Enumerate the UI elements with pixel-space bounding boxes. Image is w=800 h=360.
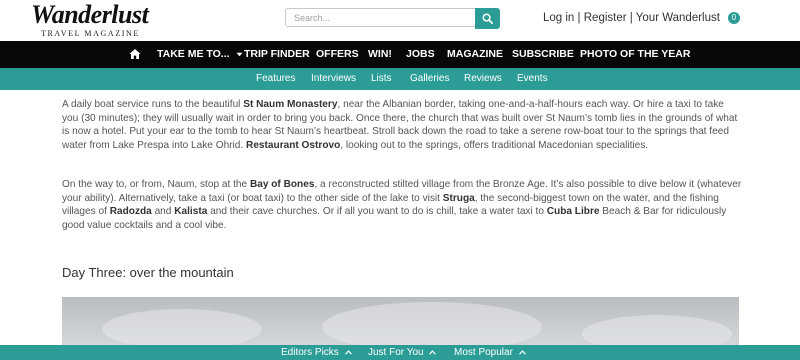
site-header: Wanderlust TRAVEL MAGAZINE Log in | Regi… xyxy=(0,0,800,41)
nav-magazine[interactable]: MAGAZINE xyxy=(447,41,503,68)
search-form xyxy=(285,8,500,29)
sub-navigation: Features Interviews Lists Galleries Revi… xyxy=(0,68,800,90)
nav-take-me-to[interactable]: TAKE ME TO... xyxy=(157,41,243,68)
nav-jobs[interactable]: JOBS xyxy=(406,41,435,68)
chevron-up-icon xyxy=(344,349,352,355)
notification-badge: 0 xyxy=(728,12,740,24)
subnav-lists[interactable]: Lists xyxy=(371,68,392,90)
register-link[interactable]: Register xyxy=(584,12,627,24)
separator: | xyxy=(577,12,581,24)
your-wanderlust-link[interactable]: Your Wanderlust xyxy=(636,12,720,24)
place-link-kalista[interactable]: Kalista xyxy=(174,206,207,217)
chevron-up-icon xyxy=(518,349,526,355)
bottom-tabs-bar: Editors Picks Just For You Most Popular xyxy=(0,345,800,360)
subnav-features[interactable]: Features xyxy=(256,68,295,90)
nav-offers[interactable]: OFFERS xyxy=(316,41,359,68)
text-run: , looking out to the springs, offers tra… xyxy=(340,139,649,151)
text-run: and their cave churches. Or if all you w… xyxy=(207,206,547,218)
text-run: and xyxy=(151,206,175,218)
tab-most-popular[interactable]: Most Popular xyxy=(454,345,526,360)
section-heading: Day Three: over the mountain xyxy=(62,265,234,280)
photo-cloud xyxy=(102,309,262,349)
tab-editors-picks[interactable]: Editors Picks xyxy=(281,345,352,360)
text-run: On the way to, or from, Naum, stop at th… xyxy=(62,179,250,190)
caret-down-icon xyxy=(236,52,243,56)
separator: | xyxy=(629,12,633,24)
tab-label: Editors Picks xyxy=(281,347,339,358)
text-run: A daily boat service runs to the beautif… xyxy=(62,99,244,110)
search-input[interactable] xyxy=(285,8,475,27)
tab-just-for-you[interactable]: Just For You xyxy=(368,345,437,360)
subnav-galleries[interactable]: Galleries xyxy=(410,68,449,90)
nav-trip-finder[interactable]: TRIP FINDER xyxy=(244,41,310,68)
account-links: Log in | Register | Your Wanderlust xyxy=(543,12,720,24)
search-button[interactable] xyxy=(475,8,500,29)
chevron-up-icon xyxy=(429,349,437,355)
nav-photo-of-the-year[interactable]: PHOTO OF THE YEAR xyxy=(580,41,690,68)
site-logo[interactable]: Wanderlust TRAVEL MAGAZINE xyxy=(31,0,149,39)
article-paragraph: On the way to, or from, Naum, stop at th… xyxy=(62,178,742,232)
place-link-cuba-libre[interactable]: Cuba Libre xyxy=(547,206,600,217)
place-link-bay-of-bones[interactable]: Bay of Bones xyxy=(250,179,315,190)
place-link-struga[interactable]: Struga xyxy=(443,193,475,204)
tab-label: Most Popular xyxy=(454,347,513,358)
nav-subscribe[interactable]: SUBSCRIBE xyxy=(512,41,574,68)
subnav-events[interactable]: Events xyxy=(517,68,548,90)
place-link-radozda[interactable]: Radozda xyxy=(110,206,152,217)
nav-win[interactable]: WIN! xyxy=(368,41,392,68)
tab-label: Just For You xyxy=(368,347,424,358)
subnav-reviews[interactable]: Reviews xyxy=(464,68,502,90)
logo-tagline: TRAVEL MAGAZINE xyxy=(41,29,140,38)
place-link-st-naum-monastery[interactable]: St Naum Monastery xyxy=(243,99,337,110)
article-paragraph: A daily boat service runs to the beautif… xyxy=(62,98,742,152)
place-link-restaurant-ostrovo[interactable]: Restaurant Ostrovo xyxy=(246,140,340,151)
logo-wordmark: Wanderlust xyxy=(31,0,149,29)
main-navigation: TAKE ME TO... TRIP FINDER OFFERS WIN! JO… xyxy=(0,41,800,68)
subnav-interviews[interactable]: Interviews xyxy=(311,68,356,90)
home-icon[interactable] xyxy=(129,48,141,60)
login-link[interactable]: Log in xyxy=(543,12,574,24)
search-icon xyxy=(482,13,493,24)
nav-take-me-to-label: TAKE ME TO... xyxy=(157,48,230,60)
